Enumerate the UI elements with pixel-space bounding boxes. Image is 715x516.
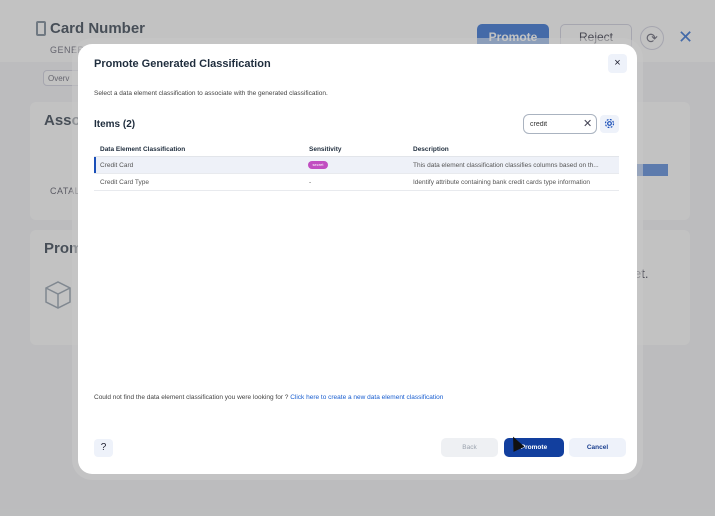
close-icon[interactable]: × <box>608 54 627 73</box>
help-button[interactable]: ? <box>94 439 113 457</box>
column-header-sensitivity[interactable]: Sensitivity <box>309 146 342 153</box>
row-classification-name: Credit Card <box>100 162 134 169</box>
table-row[interactable]: Credit Card Type - Identify attribute co… <box>94 174 619 191</box>
table-header: Data Element Classification Sensitivity … <box>94 144 619 157</box>
classification-table: Data Element Classification Sensitivity … <box>94 144 619 191</box>
row-description: Identify attribute containing bank credi… <box>413 179 591 186</box>
row-description: This data element classification classif… <box>413 162 599 169</box>
footer-note-text: Could not find the data element classifi… <box>94 394 289 401</box>
items-count: Items (2) <box>94 119 136 130</box>
search-input[interactable] <box>530 118 580 130</box>
footer-note: Could not find the data element classifi… <box>94 394 443 401</box>
settings-button[interactable] <box>600 115 619 133</box>
row-classification-name: Credit Card Type <box>100 179 150 186</box>
cancel-button[interactable]: Cancel <box>569 438 626 457</box>
search-box[interactable]: ✕ <box>523 114 597 134</box>
back-button[interactable]: Back <box>441 438 498 457</box>
dialog-description: Select a data element classification to … <box>94 90 328 97</box>
create-classification-link[interactable]: Click here to create a new data element … <box>290 394 443 401</box>
clear-search-icon[interactable]: ✕ <box>583 116 592 132</box>
table-row[interactable]: Credit Card secret This data element cla… <box>94 157 619 174</box>
row-sensitivity: - <box>309 179 312 186</box>
column-header-description[interactable]: Description <box>413 146 613 153</box>
dialog-title: Promote Generated Classification <box>94 58 271 70</box>
gear-icon <box>604 118 615 129</box>
promote-classification-dialog: Promote Generated Classification × Selec… <box>78 44 637 474</box>
column-header-classification[interactable]: Data Element Classification <box>100 146 185 153</box>
sensitivity-badge: secret <box>308 161 328 169</box>
